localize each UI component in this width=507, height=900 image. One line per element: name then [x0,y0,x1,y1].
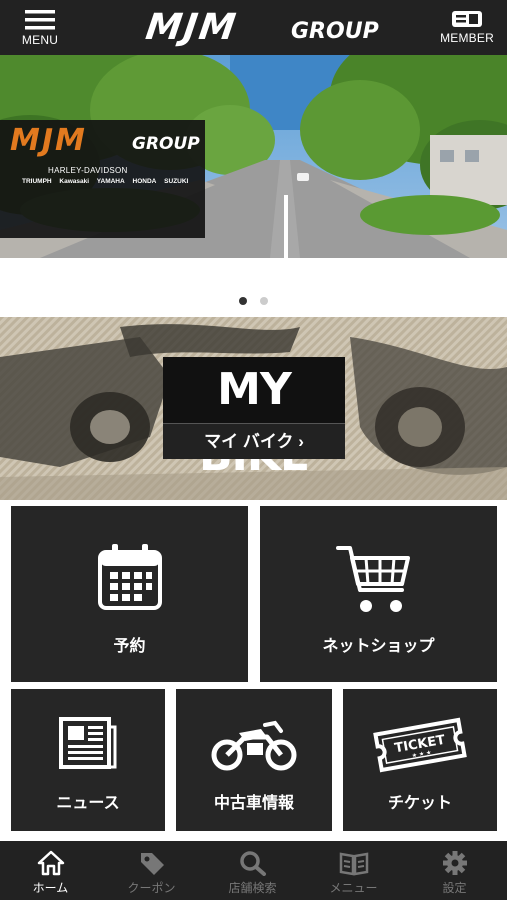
my-bike-title: MY BIKE [163,357,345,481]
reservation-label: 予約 [113,638,146,655]
logo-main-text: MJM [143,7,240,48]
hero-dealer-logo: MJM GROUP HARLEY-DAVIDSON TRIUMPH Kawasa… [0,120,205,238]
news-label: ニュース [56,795,120,812]
logo-sub-text: GROUP [291,19,379,44]
gear-icon [442,851,467,875]
used-bikes-label: 中古車情報 [213,795,294,812]
home-icon [37,850,64,876]
tab-settings[interactable]: 設定 [404,841,505,900]
brand-triumph: TRIUMPH [22,178,52,185]
member-button[interactable]: MEMBER [435,0,499,55]
hero-dealer-line: HARLEY-DAVIDSON [48,166,128,175]
newspaper-icon [59,717,117,769]
brand-yamaha: YAMAHA [96,178,125,185]
brand-suzuki: SUZUKI [164,178,189,185]
tab-home-label: ホーム [32,881,69,895]
tab-store-search-label: 店舗検索 [228,881,277,895]
my-bike-link[interactable]: マイ バイク › [163,423,345,459]
member-card-icon [452,11,482,27]
hero-brand-list: TRIUMPH Kawasaki YAMAHA HONDA SUZUKI [22,178,194,185]
search-icon [239,851,266,876]
shopping-cart-icon [336,546,410,612]
hamburger-icon [25,10,55,30]
used-bikes-tile[interactable]: 中古車情報 [176,689,332,831]
hero-logo-sub: GROUP [132,134,200,154]
hero-logo-main: MJM [10,123,87,158]
my-bike-label-box[interactable]: MY BIKE マイ バイク › [163,357,345,481]
brand-honda: HONDA [132,178,157,185]
carousel-dot-1[interactable] [239,297,248,305]
tab-store-search[interactable]: 店舗検索 [202,841,303,900]
carousel-dot-2[interactable] [259,297,268,305]
ticket-tile[interactable]: TICKET ★ ★ ★ チケット [343,689,497,831]
motorcycle-icon [211,720,297,771]
tab-coupon[interactable]: クーポン [101,841,202,900]
netshop-tile[interactable]: ネットショップ [260,506,497,682]
book-icon [339,852,368,876]
app-logo: MJM GROUP [143,7,379,48]
menu-label: MENU [21,33,59,47]
hero-banner[interactable]: MJM GROUP HARLEY-DAVIDSON TRIUMPH Kawasa… [0,55,507,258]
tab-home[interactable]: ホーム [0,841,101,900]
tab-coupon-label: クーポン [127,881,176,895]
netshop-label: ネットショップ [322,638,435,655]
tab-menu-label: メニュー [329,881,378,895]
ticket-label: チケット [387,795,452,812]
ticket-icon: TICKET ★ ★ ★ [373,717,467,773]
tab-menu[interactable]: メニュー [303,841,404,900]
my-bike-banner[interactable]: MY BIKE マイ バイク › [0,317,507,500]
news-tile[interactable]: ニュース [11,689,165,831]
bottom-tab-bar: ホーム クーポン 店舗検索 メニュー 設定 [0,841,507,900]
app-header: MENU MJM GROUP MEMBER [0,0,507,55]
carousel-indicator [0,292,507,305]
tag-icon [140,853,164,875]
reservation-tile[interactable]: 予約 [11,506,248,682]
menu-button[interactable]: MENU [10,0,70,55]
calendar-icon [98,544,162,610]
brand-kawasaki: Kawasaki [59,178,90,185]
tab-settings-label: 設定 [442,881,467,895]
member-label: MEMBER [440,31,494,45]
